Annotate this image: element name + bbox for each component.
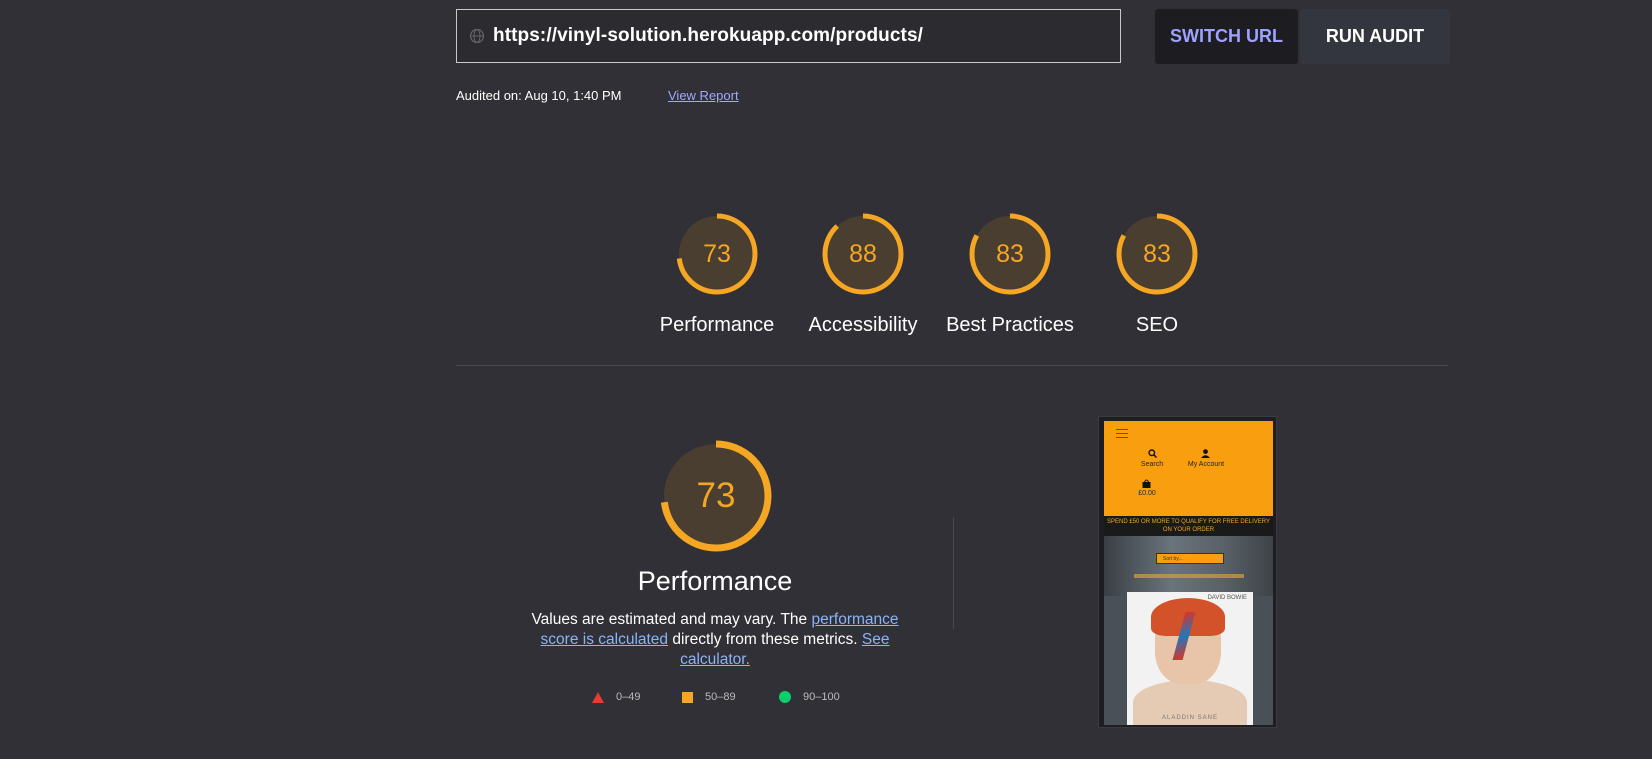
triangle-icon bbox=[592, 691, 604, 703]
best-practices-label[interactable]: Best Practices bbox=[925, 314, 1095, 337]
legend-pass: 90–100 bbox=[779, 691, 840, 703]
best-practices-gauge[interactable]: 83 bbox=[968, 212, 1052, 296]
square-icon bbox=[682, 691, 693, 703]
seo-label[interactable]: SEO bbox=[1072, 314, 1242, 337]
search-icon bbox=[1148, 449, 1157, 458]
thumb-sort-select: Sort by... bbox=[1156, 553, 1224, 564]
legend-fail: 0–49 bbox=[592, 691, 640, 703]
globe-icon bbox=[469, 28, 485, 44]
seo-gauge[interactable]: 83 bbox=[1115, 212, 1199, 296]
run-audit-button[interactable]: RUN AUDIT bbox=[1300, 9, 1450, 64]
view-report-link[interactable]: View Report bbox=[668, 88, 739, 103]
performance-title: Performance bbox=[637, 566, 793, 596]
thumb-delivery-banner: SPEND £50 OR MORE TO QUALIFY FOR FREE DE… bbox=[1104, 516, 1273, 536]
performance-label[interactable]: Performance bbox=[632, 314, 802, 337]
accessibility-label[interactable]: Accessibility bbox=[778, 314, 948, 337]
performance-description: Values are estimated and may vary. The p… bbox=[531, 611, 899, 668]
url-input[interactable]: https://vinyl-solution.herokuapp.com/pro… bbox=[456, 9, 1121, 63]
thumb-account-label: My Account bbox=[1187, 461, 1225, 468]
thumb-album-cover: DAVID BOWIE ALADDIN SANE bbox=[1127, 592, 1253, 725]
vertical-divider bbox=[953, 517, 954, 629]
url-text: https://vinyl-solution.herokuapp.com/pro… bbox=[493, 25, 924, 46]
performance-score: 73 bbox=[703, 239, 731, 268]
performance-gauge-large: 73 bbox=[660, 440, 772, 552]
performance-score-large: 73 bbox=[696, 476, 736, 515]
accessibility-gauge[interactable]: 88 bbox=[821, 212, 905, 296]
thumb-cart-label: £0.00 bbox=[1138, 490, 1156, 497]
accessibility-score: 88 bbox=[849, 239, 877, 268]
thumb-search-label: Search bbox=[1140, 461, 1164, 468]
shopping-bag-icon bbox=[1142, 479, 1151, 488]
switch-url-button[interactable]: SWITCH URL bbox=[1155, 9, 1298, 64]
page-screenshot-thumbnail: Search My Account £0.00 SPEND £50 OR MOR… bbox=[1098, 416, 1277, 728]
hamburger-menu-icon bbox=[1116, 429, 1128, 441]
performance-gauge[interactable]: 73 bbox=[675, 212, 759, 296]
section-divider bbox=[456, 365, 1448, 366]
legend-average: 50–89 bbox=[682, 691, 736, 703]
circle-icon bbox=[779, 691, 791, 703]
user-icon bbox=[1201, 449, 1210, 458]
seo-score: 83 bbox=[1143, 239, 1171, 268]
best-practices-score: 83 bbox=[996, 239, 1024, 268]
audited-on-text: Audited on: Aug 10, 1:40 PM bbox=[456, 88, 622, 103]
